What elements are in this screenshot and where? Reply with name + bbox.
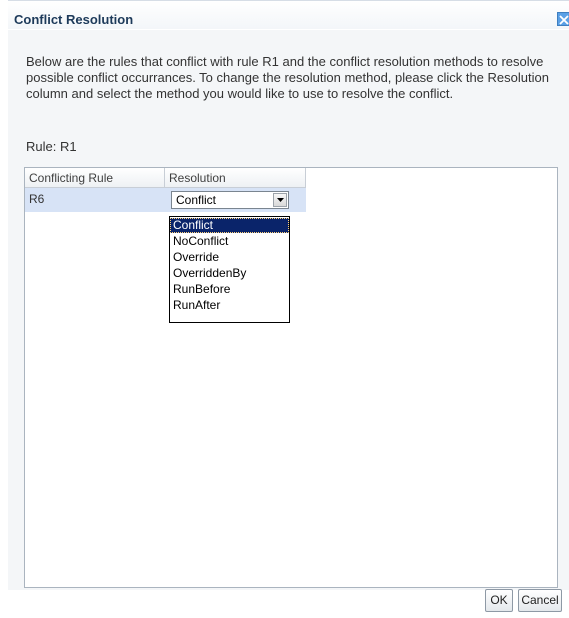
dialog-description: Below are the rules that conflict with r…: [26, 54, 549, 101]
close-button[interactable]: [557, 12, 569, 26]
column-header-conflicting-rule[interactable]: Conflicting Rule: [25, 168, 165, 188]
close-icon: [559, 15, 569, 25]
resolution-dropdown-list[interactable]: Conflict NoConflict Override OverriddenB…: [169, 216, 290, 323]
rule-label: Rule: R1: [26, 139, 77, 154]
dropdown-arrow-button[interactable]: [273, 193, 287, 207]
dropdown-option-runbefore[interactable]: RunBefore: [170, 282, 289, 297]
dropdown-option-runafter[interactable]: RunAfter: [170, 298, 289, 313]
dropdown-option-noconflict[interactable]: NoConflict: [170, 234, 289, 249]
dialog-title: Conflict Resolution: [14, 12, 134, 27]
conflict-table: Conflicting Rule Resolution R6 Conflict: [24, 167, 558, 588]
cancel-button[interactable]: Cancel: [518, 589, 562, 612]
conflict-resolution-dialog: Conflict Resolution Below are the rules …: [0, 0, 569, 618]
dropdown-option-conflict[interactable]: Conflict: [170, 218, 289, 233]
table-row[interactable]: R6 Conflict: [25, 188, 306, 212]
chevron-down-icon: [277, 198, 284, 202]
conflicting-rule-cell: R6: [29, 192, 45, 206]
dropdown-option-override[interactable]: Override: [170, 250, 289, 265]
column-header-resolution[interactable]: Resolution: [165, 168, 306, 188]
resolution-select[interactable]: Conflict: [171, 191, 289, 209]
ok-button[interactable]: OK: [485, 589, 513, 612]
resolution-select-value: Conflict: [176, 193, 217, 207]
dropdown-option-overriddenby[interactable]: OverriddenBy: [170, 266, 289, 281]
